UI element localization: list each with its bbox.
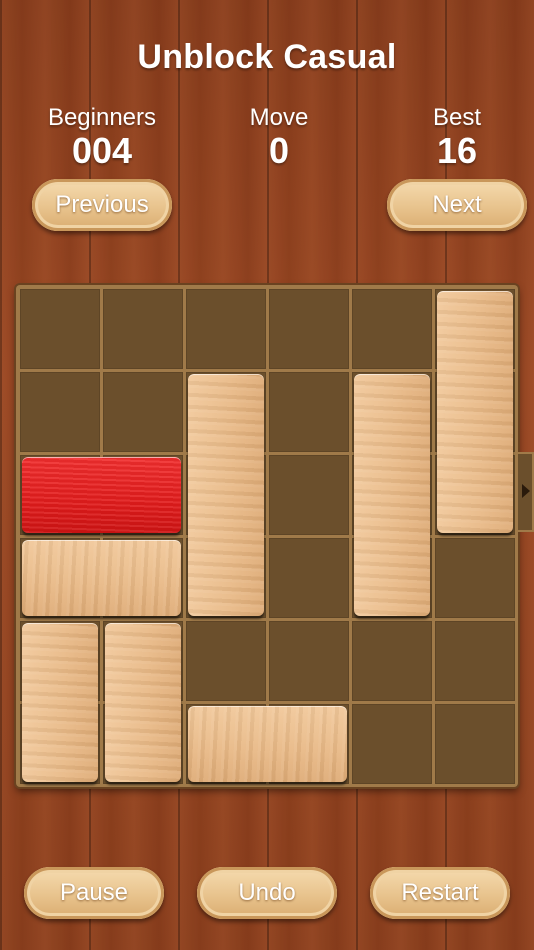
board-cell xyxy=(186,621,266,701)
wood-block[interactable] xyxy=(437,291,513,533)
wood-block[interactable] xyxy=(354,374,430,616)
play-arrow-icon xyxy=(522,484,530,498)
board-cell xyxy=(352,289,432,369)
level-number: 004 xyxy=(71,130,133,171)
wood-block[interactable] xyxy=(105,623,181,782)
wood-block[interactable] xyxy=(188,374,264,616)
board-cell xyxy=(269,372,349,452)
move-count: 0 xyxy=(268,130,290,171)
wood-block[interactable] xyxy=(22,540,181,616)
board-cell xyxy=(352,621,432,701)
board-cell xyxy=(269,621,349,701)
move-label: Move xyxy=(249,104,309,131)
undo-button[interactable]: Undo xyxy=(197,867,337,919)
board-cell xyxy=(269,538,349,618)
board-cell xyxy=(435,621,515,701)
previous-level-button[interactable]: Previous xyxy=(32,179,172,231)
board-cell xyxy=(269,455,349,535)
board-cell xyxy=(435,704,515,784)
red-block[interactable] xyxy=(22,457,181,533)
board-cell xyxy=(20,289,100,369)
board-cell xyxy=(269,289,349,369)
board-cell xyxy=(103,289,183,369)
level-category-label: Beginners xyxy=(47,104,157,131)
board-cell xyxy=(186,289,266,369)
best-stat: Best 16 xyxy=(377,104,534,170)
board-cell xyxy=(20,372,100,452)
puzzle-board xyxy=(16,285,518,787)
restart-button[interactable]: Restart xyxy=(370,867,510,919)
board-cell xyxy=(352,704,432,784)
board-cell xyxy=(435,538,515,618)
board-cell xyxy=(103,372,183,452)
best-count: 16 xyxy=(436,130,478,171)
pause-button[interactable]: Pause xyxy=(24,867,164,919)
wood-block[interactable] xyxy=(22,623,98,782)
game-title: Unblock Casual xyxy=(137,38,397,76)
best-label: Best xyxy=(432,104,482,131)
next-level-button[interactable]: Next xyxy=(387,179,527,231)
wood-block[interactable] xyxy=(188,706,347,782)
move-stat: Move 0 xyxy=(199,104,359,170)
level-stat: Beginners 004 xyxy=(22,104,182,170)
